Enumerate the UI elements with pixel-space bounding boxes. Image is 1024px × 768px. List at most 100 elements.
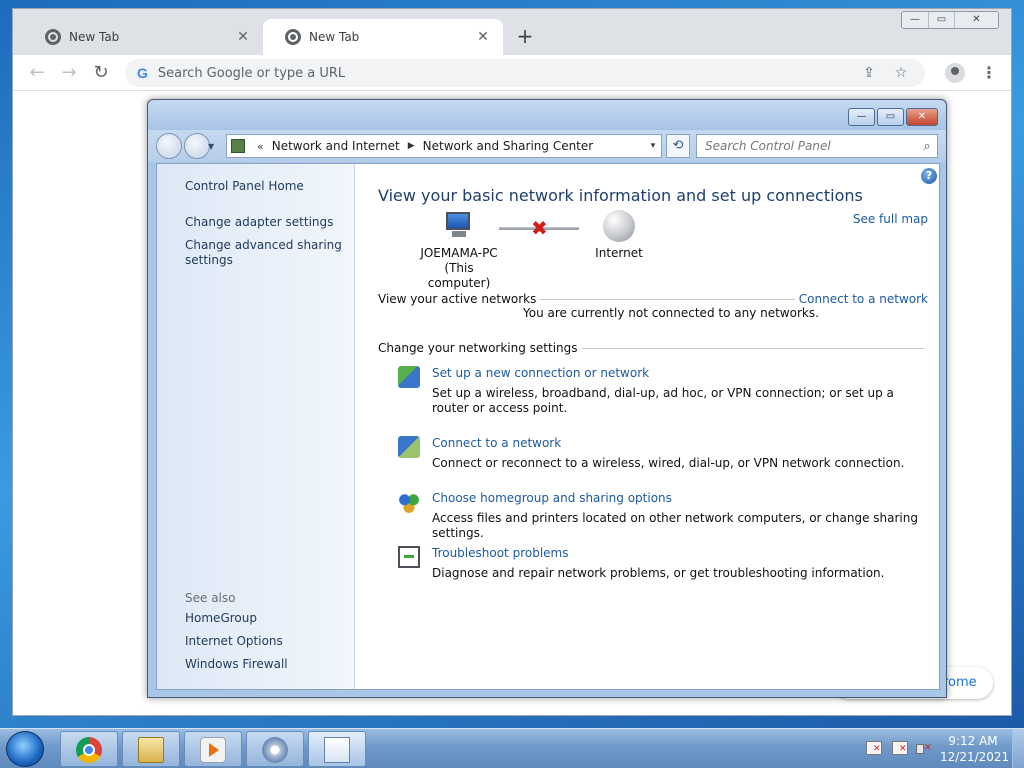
- homegroup-icon: [398, 491, 420, 513]
- bookmark-star-icon[interactable]: ☆: [889, 65, 913, 81]
- taskbar-explorer-button[interactable]: [122, 731, 180, 767]
- task-link[interactable]: Set up a new connection or network: [432, 366, 649, 380]
- connect-network-icon: [398, 436, 420, 458]
- omnibox-placeholder: Search Google or type a URL: [157, 65, 346, 81]
- computer-sub: (This computer): [427, 261, 491, 290]
- control-panel-icon: [324, 737, 350, 763]
- tab-title: New Tab: [309, 30, 360, 44]
- disconnected-x-icon[interactable]: ✖: [531, 216, 548, 240]
- tab-close-icon[interactable]: ✕: [475, 29, 491, 45]
- cp-address-bar[interactable]: « Network and Internet ▶ Network and Sha…: [226, 134, 662, 158]
- taskbar-dvd-maker-button[interactable]: [246, 731, 304, 767]
- help-icon[interactable]: ?: [921, 168, 937, 184]
- network-tray-icon[interactable]: [892, 741, 908, 755]
- cp-minimize-button[interactable]: —: [848, 108, 875, 126]
- minimize-button[interactable]: —: [902, 12, 928, 28]
- volume-tray-icon[interactable]: [916, 741, 932, 755]
- close-button[interactable]: ✕: [954, 12, 998, 28]
- share-icon[interactable]: ⇪: [857, 65, 881, 81]
- new-tab-button[interactable]: +: [513, 25, 537, 49]
- see-full-map-link[interactable]: See full map: [853, 212, 928, 226]
- address-dropdown-icon[interactable]: ▾: [645, 141, 661, 151]
- see-also-windows-firewall[interactable]: Windows Firewall: [185, 657, 345, 672]
- chrome-favicon-icon: [285, 29, 301, 45]
- task-link[interactable]: Connect to a network: [432, 436, 561, 450]
- cp-maximize-button[interactable]: ▭: [877, 108, 904, 126]
- cp-forward-button[interactable]: [184, 133, 210, 159]
- chrome-icon: [76, 737, 102, 763]
- clock-date: 12/21/2021: [940, 750, 1010, 764]
- start-button[interactable]: [6, 731, 44, 767]
- cp-back-button[interactable]: [156, 133, 182, 159]
- control-panel-window: — ▭ ✕ ▼ « Network and Internet ▶ Network…: [147, 99, 947, 698]
- reload-button[interactable]: ↻: [89, 61, 113, 85]
- dvd-icon: [262, 737, 288, 763]
- task-description: Set up a wireless, broadband, dial-up, a…: [432, 386, 894, 415]
- media-player-icon: [200, 737, 226, 763]
- address-overflow-icon[interactable]: «: [257, 140, 264, 153]
- page-heading: View your basic network information and …: [378, 186, 863, 205]
- browser-toolbar: ← → ↻ G Search Google or type a URL ⇪ ☆ …: [13, 55, 1011, 91]
- sidebar-link-advanced-sharing[interactable]: Change advanced sharing settings: [185, 238, 345, 268]
- search-icon[interactable]: ⌕: [917, 139, 937, 154]
- window-controls: — ▭ ✕: [901, 11, 999, 29]
- task-description: Diagnose and repair network problems, or…: [432, 566, 885, 580]
- cp-window-controls: — ▭ ✕: [846, 108, 938, 126]
- active-networks-label: View your active networks: [378, 292, 537, 306]
- not-connected-status: You are currently not connected to any n…: [523, 306, 819, 320]
- network-center-icon: [231, 139, 245, 153]
- tab-new-tab-1[interactable]: New Tab ✕: [23, 19, 263, 55]
- troubleshoot-icon: [398, 546, 420, 568]
- computer-icon[interactable]: [442, 212, 474, 240]
- chrome-favicon-icon: [45, 29, 61, 45]
- cp-refresh-button[interactable]: ⟲: [666, 134, 690, 158]
- setup-connection-icon: [398, 366, 420, 388]
- action-center-flag-icon[interactable]: [866, 741, 882, 755]
- internet-label: Internet: [595, 246, 643, 260]
- active-networks-header: View your active networks Connect to a n…: [378, 292, 928, 306]
- sidebar-link-change-adapter[interactable]: Change adapter settings: [185, 215, 345, 230]
- see-also-homegroup[interactable]: HomeGroup: [185, 611, 345, 626]
- task-description: Access files and printers located on oth…: [432, 511, 918, 540]
- cp-main-pane: ? View your basic network information an…: [356, 164, 940, 689]
- breadcrumb-network-sharing-center[interactable]: Network and Sharing Center: [423, 139, 594, 153]
- cp-close-button[interactable]: ✕: [906, 108, 938, 126]
- computer-name: JOEMAMA-PC: [420, 246, 498, 260]
- see-also-internet-options[interactable]: Internet Options: [185, 634, 345, 649]
- folder-icon: [138, 737, 164, 763]
- breadcrumb-separator-icon[interactable]: ▶: [408, 141, 415, 151]
- task-link[interactable]: Choose homegroup and sharing options: [432, 491, 672, 505]
- connect-to-network-link[interactable]: Connect to a network: [799, 292, 928, 306]
- show-desktop-button[interactable]: [1012, 729, 1024, 768]
- cp-search-placeholder: Search Control Panel: [705, 139, 831, 153]
- sidebar-link-control-panel-home[interactable]: Control Panel Home: [185, 179, 345, 194]
- divider: [540, 298, 795, 300]
- tab-title: New Tab: [69, 30, 120, 44]
- taskbar-media-player-button[interactable]: [184, 731, 242, 767]
- tab-close-icon[interactable]: ✕: [235, 29, 251, 45]
- taskbar: 9:12 AM 12/21/2021: [0, 728, 1024, 768]
- omnibox[interactable]: G Search Google or type a URL ⇪ ☆: [125, 59, 925, 87]
- taskbar-chrome-button[interactable]: [60, 731, 118, 767]
- breadcrumb-network-and-internet[interactable]: Network and Internet: [272, 139, 400, 153]
- task-description: Connect or reconnect to a wireless, wire…: [432, 456, 905, 470]
- cp-recent-pages-icon[interactable]: ▼: [208, 142, 214, 151]
- taskbar-control-panel-button[interactable]: [308, 731, 366, 767]
- chrome-menu-icon[interactable]: ⋮: [979, 61, 999, 85]
- back-button[interactable]: ←: [25, 61, 49, 85]
- task-link[interactable]: Troubleshoot problems: [432, 546, 568, 560]
- tab-strip: New Tab ✕ New Tab ✕ + — ▭ ✕: [13, 9, 1011, 55]
- cp-sidebar: Control Panel Home Change adapter settin…: [157, 164, 355, 689]
- cp-search-input[interactable]: Search Control Panel ⌕: [696, 134, 938, 158]
- profile-avatar-icon[interactable]: [945, 63, 965, 83]
- see-also-label: See also: [185, 591, 236, 605]
- internet-globe-icon[interactable]: [603, 210, 635, 242]
- taskbar-clock[interactable]: 9:12 AM 12/21/2021: [940, 733, 1010, 765]
- cp-content: Control Panel Home Change adapter settin…: [156, 163, 940, 690]
- change-settings-header: Change your networking settings: [378, 341, 928, 355]
- tab-new-tab-2[interactable]: New Tab ✕: [263, 19, 503, 55]
- cp-titlebar: — ▭ ✕: [148, 100, 946, 130]
- forward-button[interactable]: →: [57, 61, 81, 85]
- computer-label: JOEMAMA-PC (This computer): [416, 246, 502, 291]
- restore-button[interactable]: ▭: [928, 12, 954, 28]
